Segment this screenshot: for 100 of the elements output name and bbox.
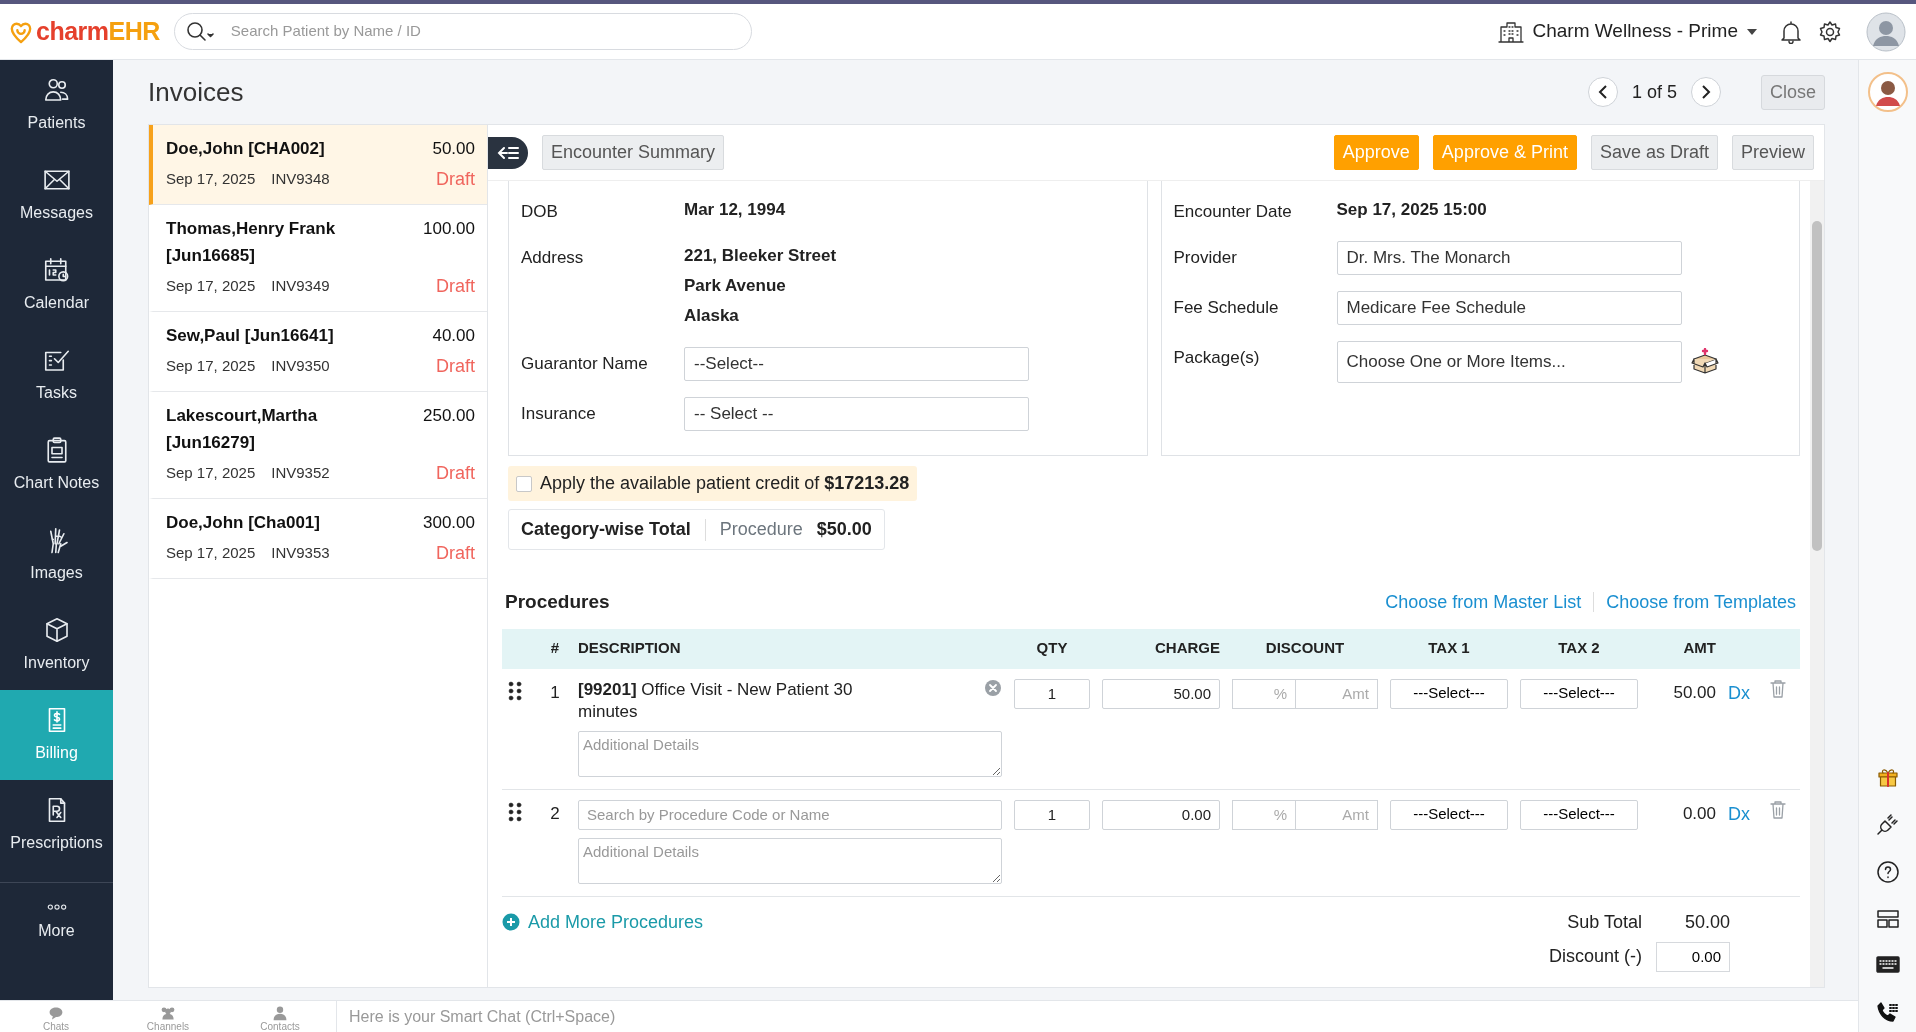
collapse-list-button[interactable] — [488, 136, 528, 169]
settings-icon[interactable] — [1818, 19, 1842, 44]
nav-item[interactable]: Inventory — [0, 600, 113, 690]
invoice-item[interactable]: Lakescourt,Martha [Jun16279] 250.00 Sep 17, 2025 INV9352 Draft — [149, 392, 487, 499]
charge-field[interactable]: 50.00 — [1102, 678, 1220, 709]
nav-item[interactable]: More — [0, 882, 113, 960]
field-value: Mar 12, 1994 — [684, 199, 786, 221]
tax-select[interactable]: ---Select--- — [1520, 799, 1638, 830]
total-label: Sub Total — [1566, 910, 1642, 934]
invoice-item[interactable]: Thomas,Henry Frank [Jun16685] 100.00 Sep 17, 2025 INV9349 Draft — [149, 205, 487, 312]
details-field[interactable]: Additional Details — [578, 730, 1002, 777]
credit-option[interactable]: Apply the available patient credit of $17213.28 — [508, 466, 918, 501]
user-avatar[interactable] — [1866, 11, 1906, 52]
app-logo[interactable]: charmEHR — [36, 12, 160, 51]
select-field[interactable]: -- Select -- — [684, 397, 1029, 431]
field-label: Fee Schedule — [1173, 297, 1280, 319]
multi-select-field[interactable]: Choose One or More Items... — [1336, 341, 1682, 383]
nav-item[interactable]: Calendar — [0, 240, 113, 330]
charge-field[interactable]: 0.00 — [1102, 799, 1220, 830]
drag-handle-icon[interactable] — [508, 799, 522, 824]
amount-value: 0.00 — [1681, 802, 1716, 825]
invoice-item[interactable]: Doe,John [Cha001] 300.00 Sep 17, 2025 INV9353 Draft — [149, 499, 487, 579]
field-label: Guarantor Name — [521, 353, 649, 375]
search-field[interactable]: Search Patient by Name / ID — [228, 19, 741, 44]
tax-select[interactable]: ---Select--- — [1390, 799, 1508, 830]
patient-name: Lakescourt,Martha [Jun16279] — [166, 405, 319, 454]
nav-item[interactable]: Patients — [0, 60, 113, 150]
action-button[interactable]: Preview — [1731, 135, 1814, 170]
invoice-item[interactable]: Doe,John [CHA002] 50.00 Sep 17, 2025 INV9348 Draft — [149, 125, 487, 205]
gift-icon[interactable] — [1876, 766, 1899, 788]
drag-handle-icon[interactable] — [508, 678, 522, 703]
field-label: Package(s) — [1173, 347, 1261, 369]
dx-link[interactable]: Dx — [1728, 799, 1758, 828]
category-amount: $50.00 — [816, 518, 872, 541]
close-button[interactable]: Close — [1760, 74, 1825, 110]
invoice-date: Sep 17, 2025 — [166, 463, 256, 483]
user-avatar[interactable] — [1867, 72, 1908, 112]
field-label: Insurance — [521, 403, 597, 425]
facility-selector[interactable]: Charm Wellness - Prime — [1492, 16, 1764, 47]
column-header: TAX 1 — [1427, 638, 1471, 659]
invoice-number: INV9350 — [271, 356, 330, 376]
patient-name: Sew,Paul [Jun16641] — [166, 325, 334, 347]
select-field[interactable]: --Select-- — [684, 347, 1029, 381]
page-title: Invoices — [148, 75, 244, 109]
field-label: Address — [521, 247, 585, 269]
encounter-summary-button[interactable]: Encounter Summary — [542, 135, 725, 170]
invoice-date: Sep 17, 2025 — [166, 356, 256, 376]
dx-link[interactable]: Dx — [1728, 678, 1758, 707]
chevron-left-icon — [1597, 85, 1608, 99]
link[interactable]: Choose from Templates — [1606, 588, 1796, 616]
invoice-amount: 50.00 — [432, 138, 475, 160]
nav-item[interactable]: Chart Notes — [0, 420, 113, 510]
nav-item[interactable]: Tasks — [0, 330, 113, 420]
invoice-amount: 250.00 — [423, 405, 475, 427]
action-button[interactable]: Save as Draft — [1590, 135, 1718, 170]
patient-name: Doe,John [Cha001] — [166, 512, 320, 534]
status-label: Draft — [436, 541, 475, 565]
column-header: DESCRIPTION — [578, 638, 682, 659]
discount-amount-field[interactable]: Amt — [1296, 799, 1378, 830]
plug-icon[interactable] — [1875, 812, 1900, 836]
invoice-date: Sep 17, 2025 — [166, 169, 256, 189]
input-field[interactable]: Medicare Fee Schedule — [1336, 291, 1682, 325]
amount-value: 50.00 — [1672, 681, 1716, 704]
nav-item[interactable]: Messages — [0, 150, 113, 240]
previous-button[interactable] — [1587, 77, 1618, 107]
package-icon[interactable] — [1689, 348, 1720, 376]
trash-icon[interactable] — [1770, 799, 1786, 820]
keyboard-icon[interactable] — [1874, 954, 1901, 976]
invoice-item[interactable]: Sew,Paul [Jun16641] 40.00 Sep 17, 2025 INV9350 Draft — [149, 312, 487, 392]
search-icon[interactable] — [184, 19, 215, 44]
discount-percent-field[interactable]: % — [1232, 799, 1296, 830]
link[interactable]: Choose from Master List — [1385, 588, 1582, 616]
discount-percent-field[interactable]: % — [1232, 678, 1296, 709]
next-button[interactable] — [1690, 77, 1721, 107]
field-value: 221, Bleeker Street — [684, 245, 837, 267]
nav-item[interactable]: Images — [0, 510, 113, 600]
details-field[interactable]: Additional Details — [578, 837, 1002, 884]
status-label: Draft — [436, 167, 475, 191]
scrollbar[interactable] — [1810, 181, 1824, 987]
bell-icon[interactable] — [1780, 19, 1802, 44]
smart-chat-field[interactable]: Here is your Smart Chat (Ctrl+Space) — [336, 1000, 1858, 1032]
discount-field[interactable]: 0.00 — [1656, 941, 1730, 972]
discount-amount-field[interactable]: Amt — [1296, 678, 1378, 709]
field-value: Park Avenue — [684, 275, 787, 297]
quantity-field[interactable]: 1 — [1014, 799, 1090, 830]
tax-select[interactable]: ---Select--- — [1390, 678, 1508, 709]
quantity-field[interactable]: 1 — [1014, 678, 1090, 709]
tax-select[interactable]: ---Select--- — [1520, 678, 1638, 709]
input-field[interactable]: Dr. Mrs. The Monarch — [1336, 241, 1682, 275]
trash-icon[interactable] — [1770, 678, 1786, 699]
help-icon[interactable] — [1875, 860, 1900, 884]
page-counter: 1 of 5 — [1631, 80, 1677, 104]
nav-item[interactable]: Prescriptions — [0, 780, 113, 870]
clear-icon[interactable] — [984, 678, 1002, 697]
category-total-label: Category-wise Total — [521, 518, 691, 541]
total-label: Discount (-) — [1549, 945, 1642, 968]
checkbox[interactable] — [516, 475, 532, 492]
procedure-search-field[interactable]: Search by Procedure Code or Name — [578, 799, 1002, 830]
column-header: DISCOUNT — [1264, 638, 1346, 659]
layout-icon[interactable] — [1875, 908, 1900, 930]
